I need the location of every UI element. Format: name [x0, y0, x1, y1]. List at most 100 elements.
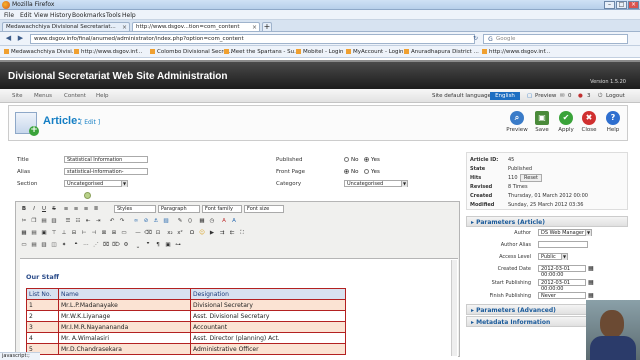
- table-icon[interactable]: ▦: [20, 229, 28, 237]
- cell-props-icon[interactable]: ▣: [40, 229, 48, 237]
- users-count[interactable]: 3: [587, 93, 591, 99]
- layer-backward-icon[interactable]: ▥: [40, 241, 48, 249]
- undo-icon[interactable]: ↶: [108, 217, 116, 225]
- remove-format-icon[interactable]: ⌫: [144, 229, 152, 237]
- style-props-icon[interactable]: ✦: [60, 241, 68, 249]
- minimize-icon[interactable]: –: [604, 1, 615, 9]
- insert-col-before-icon[interactable]: ⊢: [80, 229, 88, 237]
- bookmark-item[interactable]: MyAccount - Login: [346, 49, 404, 55]
- split-cells-icon[interactable]: ⊞: [110, 229, 118, 237]
- absolute-icon[interactable]: ◫: [50, 241, 58, 249]
- menu-file[interactable]: File: [4, 12, 14, 19]
- help-button[interactable]: ? Help: [601, 111, 625, 133]
- html-source-icon[interactable]: ⟨⟩: [186, 217, 194, 225]
- maximize-icon[interactable]: □: [616, 1, 627, 9]
- paste-icon[interactable]: ▤: [40, 217, 48, 225]
- attribs-icon[interactable]: ⚙: [122, 241, 130, 249]
- messages-count[interactable]: 0: [568, 93, 572, 99]
- numbered-list-icon[interactable]: ☷: [74, 217, 82, 225]
- calendar-icon[interactable]: ▦: [588, 279, 594, 286]
- author-alias-field[interactable]: [538, 241, 588, 248]
- layer-forward-icon[interactable]: ▤: [30, 241, 38, 249]
- insert-row-before-icon[interactable]: ⊤: [50, 229, 58, 237]
- bookmark-item[interactable]: http://www.dsgov.inf...: [74, 49, 142, 55]
- close-button[interactable]: ✖ Close: [577, 111, 601, 133]
- background-color-icon[interactable]: A: [230, 217, 238, 225]
- frontpage-yes-radio[interactable]: Yes: [364, 169, 380, 175]
- finish-publishing-field[interactable]: Never: [538, 292, 586, 299]
- category-select[interactable]: Uncategorised ▼: [344, 180, 408, 187]
- parameters-article-header[interactable]: ▸ Parameters (Article): [466, 216, 628, 227]
- bold-icon[interactable]: B: [20, 205, 28, 213]
- bookmark-item[interactable]: Colombo Divisional Secre...: [150, 49, 232, 55]
- title-field[interactable]: Statistical Information: [64, 156, 148, 163]
- font-color-icon[interactable]: A: [220, 217, 228, 225]
- admin-menu-site[interactable]: Site: [12, 93, 23, 99]
- start-publishing-field[interactable]: 2012-03-01 00:00:00: [538, 279, 586, 292]
- strikethrough-icon[interactable]: S: [50, 205, 58, 213]
- admin-menu-help[interactable]: Help: [96, 93, 109, 99]
- subscript-icon[interactable]: x₂: [166, 229, 174, 237]
- indent-icon[interactable]: ⇥: [94, 217, 102, 225]
- admin-menu-menus[interactable]: Menus: [34, 93, 52, 99]
- forward-icon[interactable]: ▶: [15, 34, 26, 44]
- align-left-icon[interactable]: ≡: [62, 205, 70, 213]
- frontpage-no-radio[interactable]: No: [344, 169, 358, 175]
- paste-text-icon[interactable]: ▥: [50, 217, 58, 225]
- cut-icon[interactable]: ✂: [20, 217, 28, 225]
- alias-field[interactable]: statistical-information-: [64, 168, 148, 175]
- cite-icon[interactable]: ❝: [72, 241, 80, 249]
- calendar-icon[interactable]: ▦: [588, 292, 594, 299]
- merge-cells-icon[interactable]: ▭: [120, 229, 128, 237]
- italic-icon[interactable]: I: [30, 205, 38, 213]
- time-icon[interactable]: ◷: [208, 217, 216, 225]
- admin-menu-content[interactable]: Content: [64, 93, 86, 99]
- close-tab-icon[interactable]: ×: [122, 24, 127, 31]
- outdent-icon[interactable]: ⇤: [84, 217, 92, 225]
- url-field[interactable]: www.dsgov.info/final/anumed/administrato…: [30, 34, 475, 44]
- font-size-select[interactable]: Font size: [244, 205, 284, 213]
- date-icon[interactable]: ▦: [198, 217, 206, 225]
- special-char-icon[interactable]: Ω: [188, 229, 196, 237]
- rtl-icon[interactable]: ⇇: [228, 229, 236, 237]
- nonbreaking-icon[interactable]: ⎵: [134, 241, 142, 249]
- bookmark-item[interactable]: Mobitel - Login: [296, 49, 344, 55]
- editor-content-area[interactable]: Our Staff List No. Name Designation 1 Mr…: [20, 258, 458, 358]
- menu-bookmarks[interactable]: Bookmarks: [72, 12, 106, 19]
- delete-row-icon[interactable]: ⊟: [70, 229, 78, 237]
- preview-link[interactable]: Preview: [535, 93, 556, 99]
- new-tab-icon[interactable]: +: [262, 22, 272, 31]
- menu-view[interactable]: View: [34, 12, 48, 19]
- bookmark-item[interactable]: http://www.dsgov.inf...: [482, 49, 550, 55]
- menu-tools[interactable]: Tools: [106, 12, 121, 19]
- visual-aid-icon[interactable]: ⊡: [154, 229, 162, 237]
- close-tab-icon[interactable]: ×: [252, 24, 257, 31]
- pagebreak-icon[interactable]: ⊶: [174, 241, 182, 249]
- search-input[interactable]: Google: [483, 34, 628, 44]
- save-button[interactable]: ▣ Save: [530, 111, 554, 133]
- tab-dsgov-content[interactable]: http://www.dsgov...tion=com_content ×: [132, 22, 260, 31]
- row-props-icon[interactable]: ▤: [30, 229, 38, 237]
- back-icon[interactable]: ◀: [3, 34, 14, 44]
- delete-col-icon[interactable]: ⊠: [100, 229, 108, 237]
- link-icon[interactable]: ∞: [132, 217, 140, 225]
- menu-edit[interactable]: Edit: [20, 12, 32, 19]
- emoticons-icon[interactable]: ☺: [198, 229, 206, 237]
- logout-link[interactable]: Logout: [606, 93, 625, 99]
- bookmark-item[interactable]: Anuradhapura District ...: [404, 49, 479, 55]
- bookmark-item[interactable]: Medawachchiya Divisi...: [4, 49, 77, 55]
- font-family-select[interactable]: Font family: [202, 205, 242, 213]
- align-center-icon[interactable]: ≡: [72, 205, 80, 213]
- calendar-icon[interactable]: ▦: [588, 265, 594, 272]
- access-level-select[interactable]: Public ▼: [538, 253, 568, 260]
- editor-scrollbar[interactable]: [451, 260, 457, 356]
- bookmark-item[interactable]: Meet the Spartans - Su...: [224, 49, 299, 55]
- section-select[interactable]: Uncategorised ▼: [64, 180, 128, 187]
- cleanup-icon[interactable]: ✎: [176, 217, 184, 225]
- image-icon[interactable]: ▨: [162, 217, 170, 225]
- close-window-icon[interactable]: ×: [628, 1, 639, 9]
- unlink-icon[interactable]: ⊘: [142, 217, 150, 225]
- apply-button[interactable]: ✔ Apply: [554, 111, 578, 133]
- insert-col-after-icon[interactable]: ⊣: [90, 229, 98, 237]
- menu-history[interactable]: History: [50, 12, 71, 19]
